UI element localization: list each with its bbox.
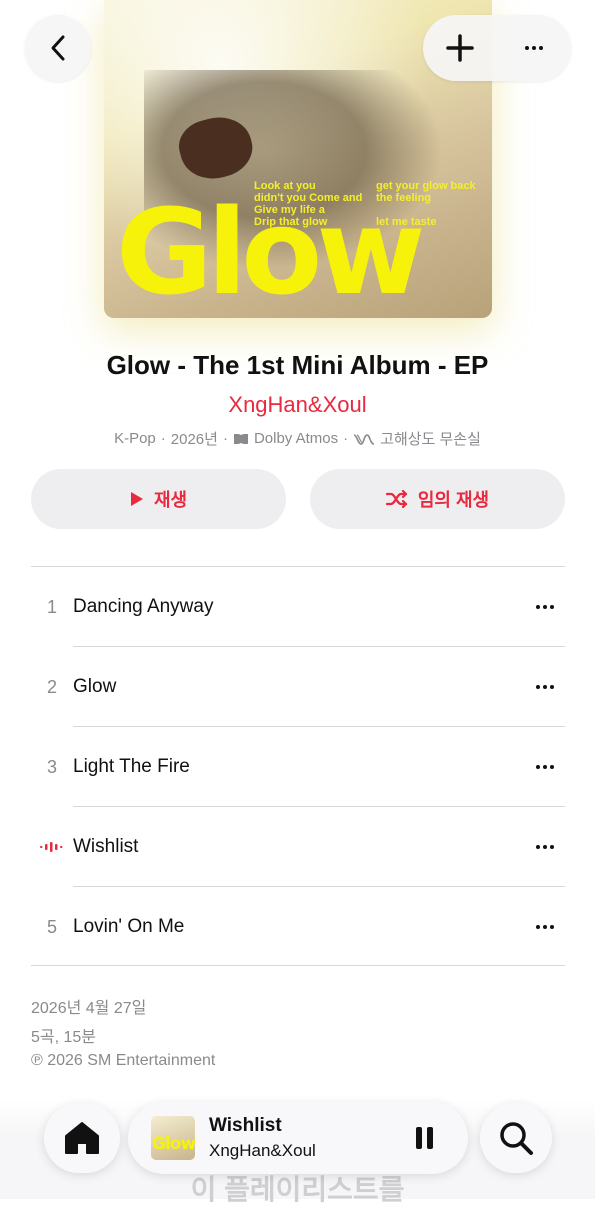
track-title: Lovin' On Me xyxy=(73,916,185,937)
mini-player[interactable]: Glow Wishlist XngHan&Xoul xyxy=(128,1102,468,1174)
track-row[interactable]: 1 Dancing Anyway xyxy=(31,567,565,647)
pause-button[interactable] xyxy=(402,1116,446,1160)
equalizer-icon xyxy=(40,841,63,852)
lossless-label: 고해상도 무손실 xyxy=(380,431,481,448)
album-artist[interactable]: XngHan&Xoul xyxy=(0,392,595,418)
top-actions xyxy=(423,15,571,81)
release-date: 2026년 4월 27일 xyxy=(31,1000,147,1017)
play-button[interactable]: 재생 xyxy=(31,469,286,529)
home-tab-button[interactable] xyxy=(44,1103,120,1173)
more-icon xyxy=(525,46,543,50)
cover-title: Glow xyxy=(116,183,425,318)
now-playing-artist: XngHan&Xoul xyxy=(209,1141,316,1160)
album-title: Glow - The 1st Mini Album - EP xyxy=(106,350,489,380)
track-more-button[interactable] xyxy=(525,667,565,707)
back-button[interactable] xyxy=(25,15,91,81)
track-row-playing[interactable]: Wishlist xyxy=(31,807,565,887)
play-label: 재생 xyxy=(153,490,188,510)
release-year: 2026년 xyxy=(170,431,218,448)
track-title: Light The Fire xyxy=(73,756,190,777)
plus-icon xyxy=(446,34,474,62)
now-playing-indicator xyxy=(31,837,73,858)
more-icon xyxy=(536,765,554,769)
track-row[interactable]: 2 Glow xyxy=(31,647,565,727)
track-title: Wishlist xyxy=(73,836,139,857)
track-row[interactable]: 3 Light The Fire xyxy=(31,727,565,807)
shuffle-label: 임의 재생 xyxy=(417,490,490,510)
shuffle-button[interactable]: 임의 재생 xyxy=(310,469,565,529)
more-button[interactable] xyxy=(504,18,564,78)
genre: K-Pop xyxy=(114,430,156,447)
more-icon xyxy=(536,845,554,849)
track-number: 1 xyxy=(46,596,57,617)
album-meta: K-Pop · 2026년 · Dolby Atmos · 고해상도 무손실 xyxy=(114,430,481,448)
home-icon xyxy=(65,1122,99,1154)
shuffle-icon xyxy=(385,490,407,508)
add-button[interactable] xyxy=(430,18,490,78)
lossless-icon xyxy=(353,433,375,445)
more-icon xyxy=(536,925,554,929)
partially-hidden-heading: 이 플레이리스트를 xyxy=(190,1174,405,1205)
divider xyxy=(31,965,565,966)
track-number: 2 xyxy=(46,676,57,697)
track-number: 5 xyxy=(46,916,57,937)
track-number: 3 xyxy=(46,756,57,777)
track-summary: 5곡, 15분 xyxy=(31,1029,97,1046)
track-title: Dancing Anyway xyxy=(73,596,214,617)
dolby-icon xyxy=(233,433,248,444)
copyright: ℗ 2026 SM Entertainment xyxy=(31,1052,216,1069)
search-icon xyxy=(500,1122,533,1155)
chevron-left-icon xyxy=(51,35,65,61)
track-more-button[interactable] xyxy=(525,827,565,867)
play-icon xyxy=(130,492,143,506)
mini-player-artwork: Glow xyxy=(151,1116,195,1160)
more-icon xyxy=(536,605,554,609)
track-more-button[interactable] xyxy=(525,907,565,947)
track-more-button[interactable] xyxy=(525,587,565,627)
track-title: Glow xyxy=(73,676,117,697)
search-tab-button[interactable] xyxy=(480,1103,552,1173)
now-playing-title: Wishlist xyxy=(209,1115,282,1136)
track-row[interactable]: 5 Lovin' On Me xyxy=(31,887,565,967)
track-more-button[interactable] xyxy=(525,747,565,787)
pause-icon xyxy=(415,1127,422,1149)
dolby-label: Dolby Atmos xyxy=(253,430,339,447)
more-icon xyxy=(536,685,554,689)
